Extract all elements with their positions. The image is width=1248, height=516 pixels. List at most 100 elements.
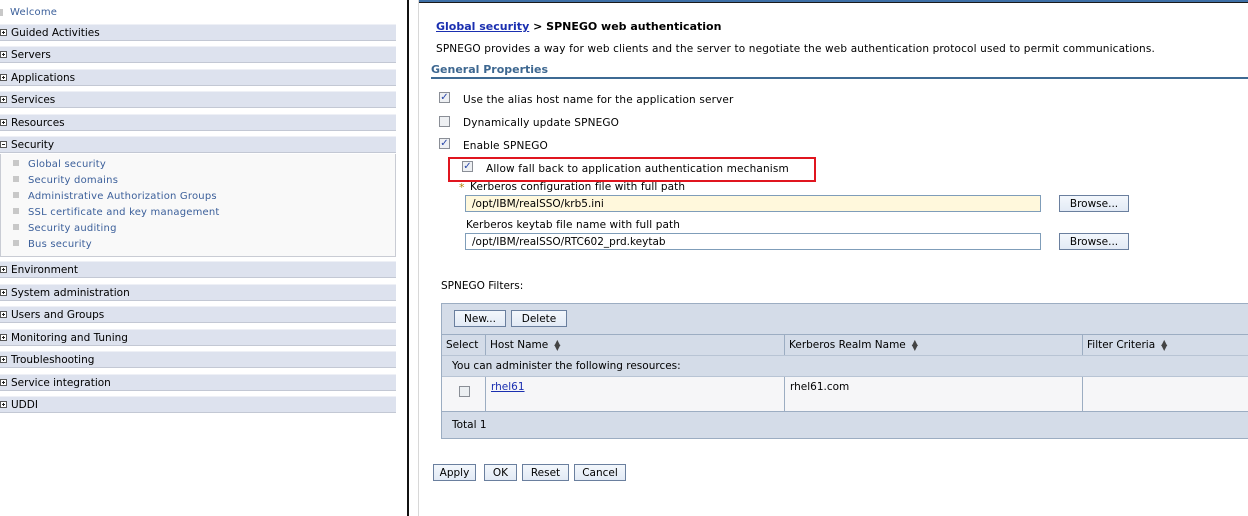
welcome-link[interactable]: Welcome xyxy=(10,7,57,18)
apply-button[interactable]: Apply xyxy=(433,464,476,481)
page-title: SPNEGO web authentication xyxy=(546,20,722,33)
nav-category-uddi[interactable]: UDDI xyxy=(0,396,396,413)
keytab-label: Kerberos keytab file name with full path xyxy=(466,219,680,231)
column-header-host-name[interactable]: Host Name ▲ ▼ xyxy=(486,335,785,355)
nav-link[interactable]: Security auditing xyxy=(28,223,117,234)
realm-name-cell: rhel61.com xyxy=(785,377,1083,411)
browse-krb-config-button[interactable]: Browse... xyxy=(1059,195,1129,212)
nav-category-guided-activities[interactable]: Guided Activities xyxy=(0,24,396,41)
expand-icon[interactable] xyxy=(0,266,7,273)
nav-category-label: Services xyxy=(11,93,56,106)
column-label: Filter Criteria xyxy=(1087,339,1156,351)
expand-icon[interactable] xyxy=(0,334,7,341)
collapse-icon[interactable] xyxy=(0,141,7,148)
nav-category-system-administration[interactable]: System administration xyxy=(0,284,396,301)
nav-link[interactable]: Global security xyxy=(28,159,106,170)
host-name-link[interactable]: rhel61 xyxy=(491,381,525,393)
column-header-select: Select xyxy=(442,335,486,355)
table-toolbar: New... Delete xyxy=(442,304,1248,334)
krb-config-label: Kerberos configuration file with full pa… xyxy=(470,181,686,193)
expand-icon[interactable] xyxy=(0,74,7,81)
nav-item-admin-authorization-groups[interactable]: Administrative Authorization Groups xyxy=(13,191,217,205)
ok-button[interactable]: OK xyxy=(484,464,517,481)
security-submenu: Global security Security domains Adminis… xyxy=(0,154,396,257)
enable-spnego-label: Enable SPNEGO xyxy=(463,140,548,152)
bullet-icon xyxy=(13,240,19,246)
sort-icon[interactable]: ▲ ▼ xyxy=(1161,339,1167,352)
new-filter-button[interactable]: New... xyxy=(454,310,506,327)
expand-icon[interactable] xyxy=(0,289,7,296)
keytab-input[interactable] xyxy=(465,233,1041,250)
dynamic-update-checkbox[interactable] xyxy=(439,116,450,127)
nav-category-applications[interactable]: Applications xyxy=(0,69,396,86)
nav-link[interactable]: Bus security xyxy=(28,239,92,250)
nav-item-security-auditing[interactable]: Security auditing xyxy=(13,223,117,237)
expand-icon[interactable] xyxy=(0,51,7,58)
navigation-tree: Welcome Guided Activities Servers Applic… xyxy=(0,0,400,516)
select-cell xyxy=(442,377,486,411)
host-name-cell: rhel61 xyxy=(486,377,785,411)
row-select-checkbox[interactable] xyxy=(459,386,470,397)
nav-link[interactable]: Security domains xyxy=(28,175,118,186)
nav-category-resources[interactable]: Resources xyxy=(0,114,396,131)
nav-link[interactable]: Administrative Authorization Groups xyxy=(28,191,217,202)
table-total: Total 1 xyxy=(442,412,1248,438)
expand-icon[interactable] xyxy=(0,379,7,386)
table-header: Select Host Name ▲ ▼ Kerberos Realm Name ▲ ▼… xyxy=(442,334,1248,356)
column-label: Kerberos Realm Name xyxy=(789,339,906,351)
cancel-button[interactable]: Cancel xyxy=(574,464,626,481)
allow-fallback-checkbox[interactable] xyxy=(462,161,473,172)
sort-icon[interactable]: ▲ ▼ xyxy=(554,339,560,352)
filter-criteria-cell xyxy=(1083,377,1248,411)
bullet-icon xyxy=(13,176,19,182)
nav-category-label: Monitoring and Tuning xyxy=(11,331,128,344)
sort-icon[interactable]: ▲ ▼ xyxy=(912,339,918,352)
breadcrumb-link-global-security[interactable]: Global security xyxy=(436,20,529,33)
nav-category-servers[interactable]: Servers xyxy=(0,46,396,63)
nav-item-ssl-certificate[interactable]: SSL certificate and key management xyxy=(13,207,220,221)
dynamic-update-label: Dynamically update SPNEGO xyxy=(463,117,620,129)
nav-category-label: Applications xyxy=(11,71,76,84)
nav-item-security-domains[interactable]: Security domains xyxy=(13,175,118,189)
enable-spnego-checkbox[interactable] xyxy=(439,138,450,149)
expand-icon[interactable] xyxy=(0,29,7,36)
nav-category-label: Guided Activities xyxy=(11,26,100,39)
frame-divider[interactable] xyxy=(407,0,409,516)
nav-category-label: UDDI xyxy=(11,398,38,411)
bullet-icon xyxy=(13,208,19,214)
nav-category-monitoring-and-tuning[interactable]: Monitoring and Tuning xyxy=(0,329,396,346)
nav-category-label: Environment xyxy=(11,263,79,276)
nav-category-services[interactable]: Services xyxy=(0,91,396,108)
table-row: rhel61 rhel61.com xyxy=(442,376,1248,412)
column-header-filter-criteria[interactable]: Filter Criteria ▲ ▼ xyxy=(1083,335,1248,355)
nav-category-label: System administration xyxy=(11,286,130,299)
reset-button[interactable]: Reset xyxy=(522,464,569,481)
nav-item-bus-security[interactable]: Bus security xyxy=(13,239,92,253)
nav-category-label: Resources xyxy=(11,116,65,129)
bullet-icon xyxy=(13,224,19,230)
column-header-realm-name[interactable]: Kerberos Realm Name ▲ ▼ xyxy=(785,335,1083,355)
nav-category-label: Service integration xyxy=(11,376,111,389)
nav-category-label: Troubleshooting xyxy=(11,353,95,366)
nav-category-environment[interactable]: Environment xyxy=(0,261,396,278)
nav-item-welcome[interactable]: Welcome xyxy=(0,5,57,19)
expand-icon[interactable] xyxy=(0,311,7,318)
expand-icon[interactable] xyxy=(0,356,7,363)
page-description: SPNEGO provides a way for web clients an… xyxy=(436,43,1155,55)
delete-filter-button[interactable]: Delete xyxy=(511,310,567,327)
krb-config-input[interactable] xyxy=(465,195,1041,212)
expand-icon[interactable] xyxy=(0,96,7,103)
nav-category-security[interactable]: Security xyxy=(0,136,396,153)
nav-category-service-integration[interactable]: Service integration xyxy=(0,374,396,391)
spnego-filters-label: SPNEGO Filters: xyxy=(441,280,524,292)
nav-category-label: Users and Groups xyxy=(11,308,105,321)
nav-category-troubleshooting[interactable]: Troubleshooting xyxy=(0,351,396,368)
alias-host-checkbox[interactable] xyxy=(439,92,450,103)
expand-icon[interactable] xyxy=(0,119,7,126)
bullet-icon xyxy=(13,192,19,198)
browse-keytab-button[interactable]: Browse... xyxy=(1059,233,1129,250)
nav-item-global-security[interactable]: Global security xyxy=(13,159,106,173)
nav-link[interactable]: SSL certificate and key management xyxy=(28,207,220,218)
nav-category-users-and-groups[interactable]: Users and Groups xyxy=(0,306,396,323)
expand-icon[interactable] xyxy=(0,401,7,408)
